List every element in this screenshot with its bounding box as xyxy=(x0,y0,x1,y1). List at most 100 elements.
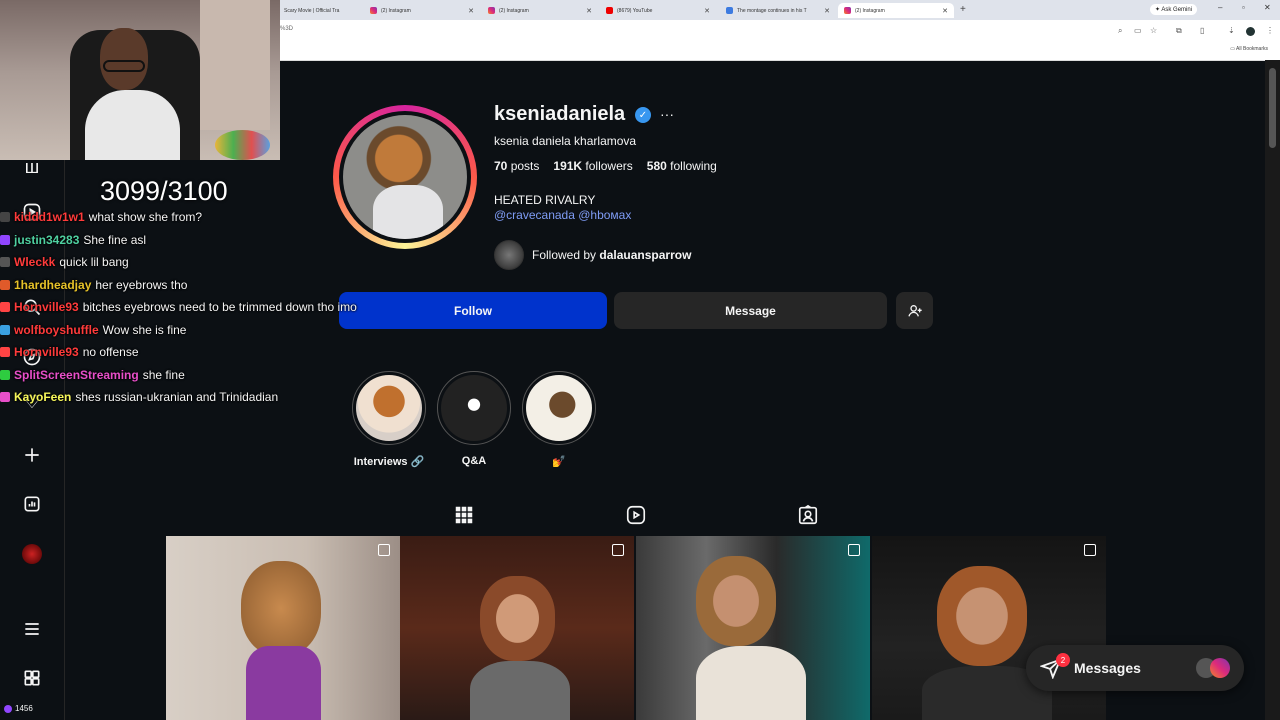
chat-username[interactable]: justin34283 xyxy=(14,233,79,247)
post-subject xyxy=(937,566,1027,666)
highlight-nails[interactable]: 💅 xyxy=(522,371,596,468)
menu-dots-icon[interactable]: ⋮ xyxy=(1266,26,1274,35)
sidepanel-icon[interactable]: ▯ xyxy=(1200,26,1204,35)
chat-badge-icon xyxy=(0,279,10,290)
window-close-icon[interactable]: ✕ xyxy=(1264,3,1271,12)
apps-icon[interactable] xyxy=(20,666,44,690)
highlight-qa[interactable]: Q&A xyxy=(437,371,511,467)
chat-username[interactable]: kiddd1w1w1 xyxy=(14,210,85,224)
chat-badge-icon xyxy=(0,302,10,313)
new-tab-button[interactable]: + xyxy=(960,4,966,15)
followed-by[interactable]: Followed by dalauansparrow xyxy=(494,240,691,270)
messages-pill[interactable]: 2 Messages xyxy=(1026,645,1244,691)
tab-title: (8679) YouTube xyxy=(617,7,653,14)
post-tile[interactable] xyxy=(636,536,870,720)
dashboard-icon[interactable] xyxy=(20,492,44,516)
webcam-toy xyxy=(215,130,270,160)
post-tile[interactable] xyxy=(872,536,1106,720)
profile-username: kseniadaniela xyxy=(494,103,626,125)
profile-avatar[interactable] xyxy=(20,542,44,566)
download-icon[interactable]: ⇣ xyxy=(1228,26,1235,35)
more-options-icon[interactable]: ··· xyxy=(660,106,674,122)
highlight-interviews[interactable]: Interviews 🔗 xyxy=(352,371,426,468)
instagram-icon xyxy=(488,7,495,14)
webcam-background xyxy=(200,0,270,130)
menu-icon[interactable] xyxy=(20,617,44,641)
minimize-icon[interactable]: – xyxy=(1218,3,1222,12)
highlight-cover xyxy=(441,375,507,441)
chat-username[interactable]: Hornville93 xyxy=(14,345,79,359)
close-icon[interactable]: ✕ xyxy=(704,7,710,15)
post-tile[interactable] xyxy=(400,536,634,720)
tagged-icon xyxy=(798,504,818,525)
webcam-person-body xyxy=(85,90,180,160)
tab-youtube[interactable]: (8679) YouTube ✕ xyxy=(600,3,716,18)
chat-text: bitches eyebrows need to be trimmed down… xyxy=(82,300,357,315)
tab-tagged[interactable] xyxy=(797,504,821,528)
tab-instagram-2[interactable]: (2) Instagram ✕ xyxy=(482,3,598,18)
suggest-user-button[interactable] xyxy=(896,292,933,329)
chat-username[interactable]: Wleckk xyxy=(14,255,55,269)
posts-stat: 70 posts xyxy=(494,159,539,173)
youtube-icon xyxy=(606,7,613,14)
grid-icon xyxy=(455,506,473,524)
post-subject-dress xyxy=(246,646,321,720)
chat-text: She fine asl xyxy=(83,232,147,247)
message-button[interactable]: Message xyxy=(614,292,887,329)
chat-username[interactable]: KayoFeen xyxy=(14,390,71,404)
chat-message: KayoFeen shes russian-ukranian and Trinid… xyxy=(0,386,360,409)
posts-count: 70 xyxy=(494,159,508,173)
webcam-person-head xyxy=(100,28,148,90)
tab-title: The montage continues in his T xyxy=(737,7,807,14)
all-bookmarks[interactable]: ▭ All Bookmarks xyxy=(1230,46,1268,52)
extensions-icon[interactable]: ⧉ xyxy=(1176,26,1182,36)
following-count: 580 xyxy=(646,159,667,173)
instagram-icon xyxy=(844,7,851,14)
chat-username[interactable]: wolfboyshuffle xyxy=(14,323,99,337)
url-text: %3D xyxy=(280,26,294,32)
carousel-icon xyxy=(1084,544,1096,556)
chat-text: quick lil bang xyxy=(59,255,129,270)
page-scrollbar[interactable] xyxy=(1265,60,1280,720)
chat-message: justin34283 She fine asl xyxy=(0,229,360,252)
chat-username[interactable]: Hornville93 xyxy=(14,300,79,314)
chat-badge-icon xyxy=(0,257,10,268)
page-icon xyxy=(726,7,733,14)
follow-button[interactable]: Follow xyxy=(339,292,607,329)
chat-text: Wow she is fine xyxy=(102,322,187,337)
close-icon[interactable]: ✕ xyxy=(586,7,592,15)
chat-username[interactable]: 1hardheadjay xyxy=(14,278,91,292)
followers-stat[interactable]: 191K followers xyxy=(553,159,632,173)
chat-username[interactable]: SplitScreenStreaming xyxy=(14,368,139,382)
bio-mentions[interactable]: @cravecanada @hboмax xyxy=(494,208,631,222)
tab-reels[interactable] xyxy=(625,504,649,528)
maximize-icon[interactable]: ▫ xyxy=(1242,3,1245,12)
webcam-glasses xyxy=(103,60,145,72)
tab-montage[interactable]: The montage continues in his T ✕ xyxy=(720,3,836,18)
chat-message: Wleckk quick lil bang xyxy=(0,251,360,274)
posts-label: posts xyxy=(510,159,540,173)
cast-icon[interactable]: ▭ xyxy=(1134,26,1142,35)
tab-instagram-1[interactable]: (2) Instagram ✕ xyxy=(364,3,480,18)
following-label: following xyxy=(670,159,717,173)
instagram-icon xyxy=(370,7,377,14)
tab-scary-movie[interactable]: Scary Movie | Official Tra xyxy=(278,3,364,18)
close-icon[interactable]: ✕ xyxy=(824,7,830,15)
chat-message: 1hardheadjay her eyebrows tho xyxy=(0,274,360,297)
scrollbar-thumb[interactable] xyxy=(1269,68,1276,148)
bookmark-star-icon[interactable]: ☆ xyxy=(1150,26,1157,35)
tab-title: (2) Instagram xyxy=(855,7,885,14)
followed-by-prefix: Followed by xyxy=(532,248,597,262)
profile-avatar-icon[interactable] xyxy=(1246,27,1255,36)
tab-posts-grid[interactable] xyxy=(453,504,477,528)
chat-badge-icon xyxy=(0,324,10,335)
ask-gemini-button[interactable]: ✦ Ask Gemini xyxy=(1150,4,1198,15)
chat-text: she fine xyxy=(142,367,185,382)
following-stat[interactable]: 580 following xyxy=(647,159,717,173)
tab-instagram-active[interactable]: (2) Instagram ✕ xyxy=(838,3,954,18)
create-icon[interactable] xyxy=(20,443,44,467)
close-icon[interactable]: ✕ xyxy=(942,7,948,15)
zoom-icon[interactable]: ⌕ xyxy=(1118,26,1122,36)
close-icon[interactable]: ✕ xyxy=(468,7,474,15)
post-tile[interactable] xyxy=(166,536,400,720)
